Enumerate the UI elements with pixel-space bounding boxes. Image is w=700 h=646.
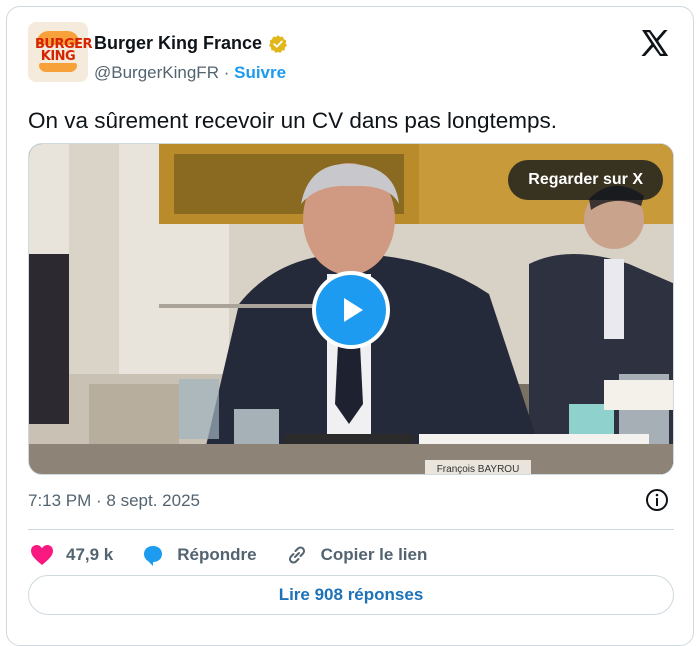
play-icon bbox=[344, 298, 363, 322]
reply-label: Répondre bbox=[177, 545, 257, 564]
separator-dot: · bbox=[223, 63, 230, 82]
burger-king-logo: BURGER KING bbox=[35, 29, 93, 75]
like-button[interactable]: 47,9 k bbox=[30, 544, 113, 566]
info-icon[interactable] bbox=[645, 488, 669, 512]
read-replies-button[interactable]: Lire 908 réponses bbox=[28, 575, 674, 615]
copy-link-button[interactable]: Copier le lien bbox=[285, 543, 428, 567]
action-bar: 47,9 k Répondre Copier le lien bbox=[30, 540, 455, 570]
account-name[interactable]: Burger King France bbox=[94, 33, 262, 54]
copy-link-label: Copier le lien bbox=[320, 545, 428, 564]
reply-button[interactable]: Répondre bbox=[141, 543, 257, 567]
play-button[interactable] bbox=[312, 271, 390, 349]
tweet-timestamp[interactable]: 7:13 PM · 8 sept. 2025 bbox=[28, 491, 200, 511]
handle-row: @BurgerKingFR · Suivre bbox=[94, 63, 286, 83]
heart-icon bbox=[31, 545, 53, 565]
divider bbox=[28, 529, 674, 530]
watch-on-x-button[interactable]: Regarder sur X bbox=[508, 160, 663, 200]
likes-count: 47,9 k bbox=[66, 545, 114, 564]
avatar[interactable]: BURGER KING bbox=[28, 22, 93, 82]
x-logo-icon[interactable] bbox=[639, 27, 671, 59]
video-player[interactable]: François BAYROU Regarder sur X bbox=[28, 143, 674, 475]
tweet-text: On va sûrement recevoir un CV dans pas l… bbox=[28, 108, 558, 133]
follow-link[interactable]: Suivre bbox=[234, 63, 286, 82]
tweet-card: BURGER KING Burger King France @BurgerKi… bbox=[6, 6, 694, 646]
link-icon bbox=[288, 546, 305, 564]
logo-text-line2: KING bbox=[40, 49, 76, 64]
nameplate: François BAYROU bbox=[425, 460, 531, 474]
account-handle[interactable]: @BurgerKingFR bbox=[94, 63, 219, 82]
account-name-row: Burger King France bbox=[94, 33, 288, 54]
verified-badge-icon bbox=[269, 34, 288, 53]
reply-bubble-icon bbox=[144, 546, 163, 566]
